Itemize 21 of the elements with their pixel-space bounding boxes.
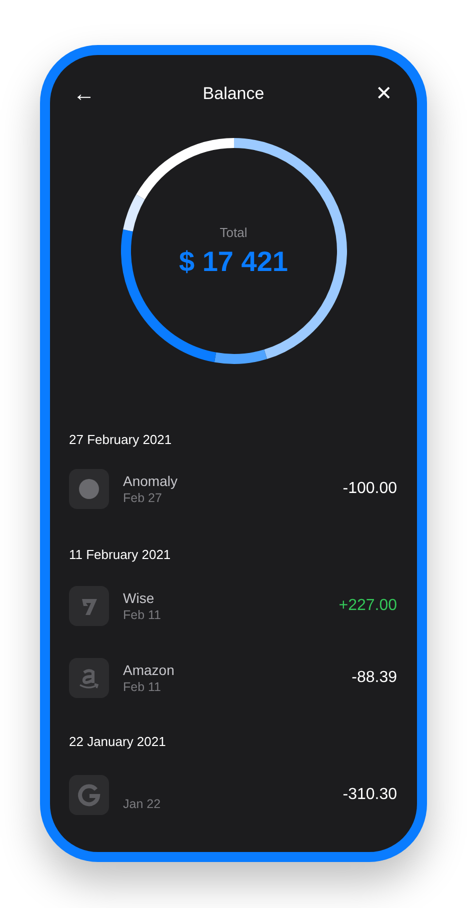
section-date: 22 January 2021 bbox=[69, 733, 167, 752]
g-logo-icon bbox=[69, 775, 109, 815]
transaction-date: Jan 22 bbox=[123, 796, 162, 812]
transaction-amount: -310.30 bbox=[342, 785, 397, 805]
total-amount: $ 17 421 bbox=[179, 245, 288, 280]
total-label: Total bbox=[220, 224, 248, 242]
merchant-name: Amazon bbox=[123, 661, 176, 679]
flag-seven-icon bbox=[69, 586, 109, 626]
merchant-name: Wise bbox=[123, 589, 156, 607]
transaction-date: Feb 11 bbox=[123, 607, 162, 623]
merchant-name: Anomaly bbox=[123, 472, 178, 490]
screen-title: Balance bbox=[202, 83, 264, 106]
transaction-date: Feb 11 bbox=[123, 679, 162, 695]
section-date: 27 February 2021 bbox=[69, 431, 173, 450]
transaction-amount: -88.39 bbox=[352, 668, 397, 688]
transaction-amount: -100.00 bbox=[342, 479, 397, 499]
transaction-date: Feb 27 bbox=[123, 490, 163, 506]
transaction-amount: +227.00 bbox=[338, 596, 397, 616]
close-button[interactable]: ✕ bbox=[374, 84, 394, 104]
back-button[interactable]: ← bbox=[73, 83, 93, 105]
section-date: 11 February 2021 bbox=[69, 546, 172, 564]
